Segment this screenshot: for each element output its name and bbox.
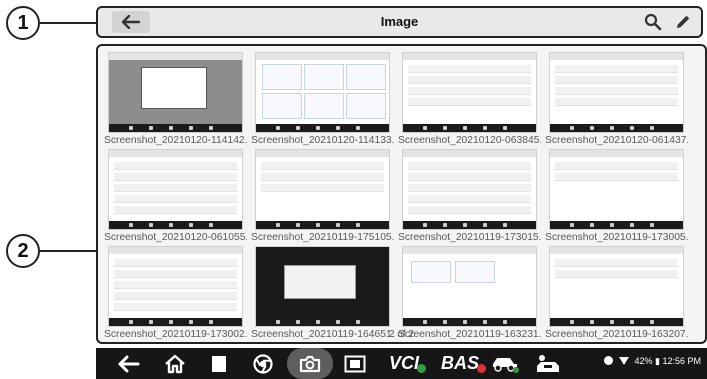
toolbar: Image xyxy=(96,6,703,38)
gallery-item[interactable]: Screenshot_20210119-163207... xyxy=(545,246,688,342)
chrome-icon xyxy=(253,353,273,374)
bas-icon: BAS xyxy=(440,353,486,374)
gallery-item[interactable]: Screenshot_20210119-173015... xyxy=(398,149,541,245)
screen: 1 2 Image Screenshot_20210120-114142... … xyxy=(0,0,707,379)
bas-button[interactable]: BAS xyxy=(438,351,486,376)
thumbnail-caption: Screenshot_20210120-114142... xyxy=(104,135,247,146)
camera-button[interactable] xyxy=(297,351,323,376)
callout-1-label: 1 xyxy=(17,11,29,34)
callout-2: 2 xyxy=(6,234,40,268)
screenshot-thumbnail[interactable] xyxy=(402,246,537,327)
edit-button[interactable] xyxy=(672,12,694,32)
recents-icon xyxy=(212,355,226,372)
screenshot-thumbnail[interactable] xyxy=(255,246,390,327)
gallery-item[interactable]: Screenshot_20210120-114133... xyxy=(251,52,394,148)
gallery-item[interactable]: Screenshot_20210120-063845... xyxy=(398,52,541,148)
callout-2-label: 2 xyxy=(17,239,29,262)
thumbnail-caption: Screenshot_20210120-063845... xyxy=(398,135,541,146)
gallery-item[interactable]: Screenshot_20210119-173002... xyxy=(104,246,247,342)
thumbnail-caption: Screenshot_20210119-173005... xyxy=(545,232,688,243)
car-service-button[interactable] xyxy=(534,351,564,376)
gallery-item[interactable]: Screenshot_20210120-061055... xyxy=(104,149,247,245)
screenshot-thumbnail[interactable] xyxy=(549,149,684,230)
gallery-item[interactable]: Screenshot_20210119-163231... xyxy=(398,246,541,342)
vci-icon: VCI xyxy=(388,353,426,374)
back-button[interactable] xyxy=(112,11,150,33)
screenshot-thumbnail[interactable] xyxy=(549,52,684,133)
image-gallery: Screenshot_20210120-114142... Screenshot… xyxy=(96,44,707,344)
thumbnail-caption: Screenshot_20210120-061437... xyxy=(545,135,688,146)
back-icon xyxy=(118,355,140,372)
screenshot-thumbnail[interactable] xyxy=(549,246,684,327)
callout-1: 1 xyxy=(6,6,40,40)
search-icon xyxy=(644,13,662,31)
gallery-item[interactable]: Screenshot_20210119-175105... xyxy=(251,149,394,245)
back-arrow-icon xyxy=(122,15,140,29)
screenshot-thumbnail[interactable] xyxy=(255,52,390,133)
page-indicator: 2 of 2 xyxy=(388,329,415,340)
notification-icon xyxy=(604,356,614,365)
wifi-icon xyxy=(618,357,629,365)
vehicle-button[interactable] xyxy=(490,351,520,376)
camera-icon xyxy=(299,355,321,372)
thumbnail-caption: Screenshot_20210119-175105... xyxy=(251,232,394,243)
callout-2-line xyxy=(40,250,96,252)
gallery-item[interactable]: Screenshot_20210120-061437... xyxy=(545,52,688,148)
gallery-item[interactable]: Screenshot_20210119-164651... xyxy=(251,246,394,342)
bas-label: BAS xyxy=(440,353,479,373)
search-button[interactable] xyxy=(642,12,664,32)
nav-recents-button[interactable] xyxy=(206,351,232,376)
vci-button[interactable]: VCI xyxy=(384,351,426,376)
screen-capture-button[interactable] xyxy=(342,351,368,376)
car-service-icon xyxy=(537,354,559,372)
pencil-icon xyxy=(677,15,690,28)
screenshot-thumbnail[interactable] xyxy=(108,246,243,327)
status-bar: 42% ▮ 12:56 PM xyxy=(604,356,701,367)
screenshot-thumbnail[interactable] xyxy=(402,149,537,230)
nav-home-button[interactable] xyxy=(162,351,188,376)
thumbnail-caption: Screenshot_20210120-061055... xyxy=(104,232,247,243)
callout-1-line xyxy=(40,22,96,24)
screenshot-thumbnail[interactable] xyxy=(255,149,390,230)
status-text: 42% ▮ 12:56 PM xyxy=(634,356,702,366)
gallery-item[interactable]: Screenshot_20210120-114142... xyxy=(104,52,247,148)
page-title: Image xyxy=(380,14,419,29)
home-icon xyxy=(165,354,185,373)
screenshot-thumbnail[interactable] xyxy=(108,149,243,230)
vci-label: VCI xyxy=(388,353,419,373)
chrome-button[interactable] xyxy=(250,351,276,376)
thumbnail-caption: Screenshot_20210119-173015... xyxy=(398,232,541,243)
thumbnail-caption: Screenshot_20210120-114133... xyxy=(251,135,394,146)
screen-capture-icon xyxy=(344,355,366,372)
gallery-item[interactable]: Screenshot_20210119-173005... xyxy=(545,149,688,245)
screenshot-thumbnail[interactable] xyxy=(402,52,537,133)
screenshot-thumbnail[interactable] xyxy=(108,52,243,133)
nav-back-button[interactable] xyxy=(116,351,142,376)
car-icon xyxy=(493,357,519,373)
system-nav-bar: VCI BAS 42% ▮ 12:56 PM xyxy=(96,348,707,379)
